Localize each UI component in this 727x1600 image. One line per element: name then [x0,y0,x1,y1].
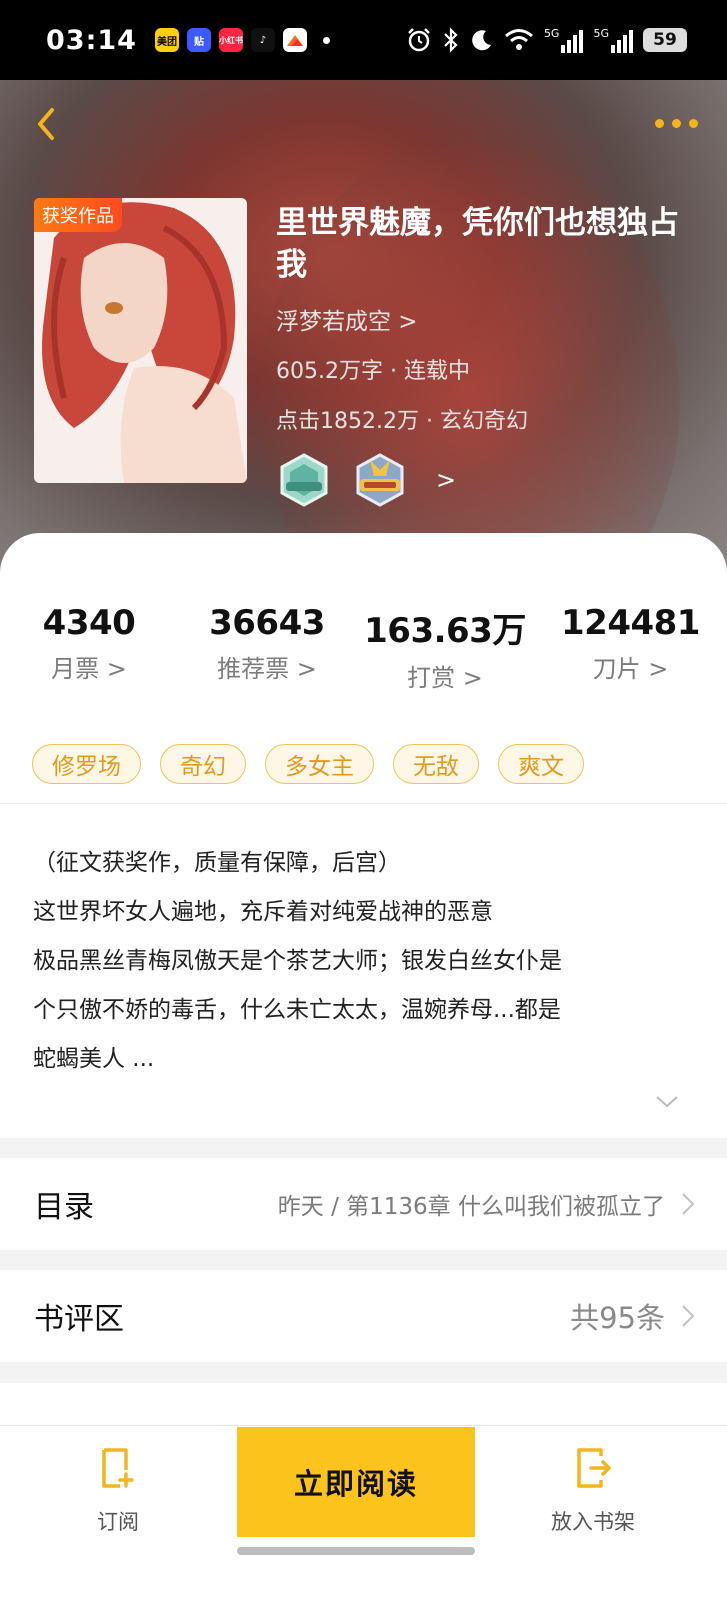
tag-chip[interactable]: 多女主 [265,744,374,784]
read-now-button[interactable]: 立即阅读 [237,1427,475,1537]
divider [0,803,727,804]
section-separator [0,1362,727,1383]
expand-chevron-icon[interactable] [654,1093,680,1111]
meituan-app-icon: 美团 [154,28,179,52]
tiktok-app-icon: ♪ [250,28,275,52]
status-time: 03:14 [46,24,137,56]
stat-value: 4340 [42,603,136,643]
section-separator [0,1250,727,1270]
notification-dot [322,36,330,44]
toc-row[interactable]: 目录 昨天 / 第1136章 什么叫我们被孤立了 [0,1158,727,1250]
status-bar: 03:14 美团 贴 小红书 ♪ 5G 5G 59 [0,0,727,80]
book-title: 里世界魅魔，凭你们也想独占我 [276,205,679,283]
book-clicks-genre: 点击1852.2万 · 玄幻奇幻 [276,409,528,434]
home-indicator[interactable] [237,1547,475,1555]
stat-label: 月票 > [51,655,127,683]
book-header: 获奖作品 里世界魅魔，凭你们也想独占我 浮梦若成空 > 605.2万字 · 连载… [0,80,727,580]
honor-medals[interactable]: > [276,452,456,508]
toc-latest-chapter: 昨天 / 第1136章 什么叫我们被孤立了 [277,1194,665,1220]
stat-rewards[interactable]: 163.63万 打赏 > [356,603,534,693]
back-button[interactable] [30,104,66,144]
bottom-action-bar: 订阅 立即阅读 放入书架 [0,1425,727,1600]
bluetooth-icon [444,27,458,53]
tag-chip[interactable]: 修罗场 [32,744,141,784]
stat-value: 163.63万 [364,611,526,651]
synopsis-line: 极品黑丝青梅凤傲天是个茶艺大师；银发白丝女仆是 [33,948,562,974]
toc-title: 目录 [34,1190,94,1225]
chevron-right-icon [682,1305,695,1327]
tag-chip[interactable]: 奇幻 [160,744,246,784]
subscribe-icon [102,1448,134,1488]
stat-value: 36643 [209,603,325,643]
diligence-medal-icon [356,453,404,507]
status-indicators: 5G 5G 59 [406,27,687,53]
chevron-right-icon [682,1193,695,1215]
reviews-row[interactable]: 书评区 共95条 [0,1270,727,1362]
stat-label: 推荐票 > [217,655,317,683]
award-medal-icon [280,453,328,507]
subscribe-label: 订阅 [97,1510,139,1534]
alarm-icon [408,28,430,52]
wifi-icon [504,29,533,50]
stat-value: 124481 [561,603,700,643]
synopsis-line: 蛇蝎美人 ... [33,1046,155,1072]
synopsis-line: 个只傲不娇的毒舌，什么未亡太太，温婉养母...都是 [33,997,561,1023]
author-link[interactable]: 浮梦若成空 > [276,302,418,336]
tag-chip[interactable]: 爽文 [498,744,584,784]
tag-chip[interactable]: 无敌 [393,744,479,784]
medals-chevron: > [436,466,457,494]
cover-illustration [34,198,247,483]
stat-monthly-votes[interactable]: 4340 月票 > [0,603,178,693]
back-arrow-icon [38,108,54,140]
reviews-title: 书评区 [34,1302,124,1337]
moon-icon [472,30,491,51]
synopsis[interactable]: （征文获奖作，质量有保障，后宫） 这世界坏女人遍地，充斥着对纯爱战神的恶意 极品… [33,839,693,1084]
reader-app-icon [282,28,307,52]
section-separator [0,1138,727,1158]
stats-row: 4340 月票 > 36643 推荐票 > 163.63万 打赏 > 12448… [0,603,727,693]
synopsis-line: 这世界坏女人遍地，充斥着对纯爱战神的恶意 [33,899,493,925]
stat-blades[interactable]: 124481 刀片 > [534,603,727,693]
synopsis-line: （征文获奖作，质量有保障，后宫） [33,850,401,876]
add-to-shelf-label: 放入书架 [551,1510,635,1534]
signal-5g-icon-1: 5G [544,27,584,53]
book-cover[interactable]: 获奖作品 [34,198,247,483]
stat-label: 打赏 > [407,664,483,692]
battery-icon: 59 [643,28,687,52]
next-section-peek [0,1383,727,1423]
more-options-button[interactable] [655,110,703,136]
add-to-shelf-button[interactable]: 放入书架 [523,1446,663,1536]
tieba-app-icon: 贴 [186,28,211,52]
award-badge: 获奖作品 [34,198,122,232]
status-app-icons: 美团 贴 小红书 ♪ [154,28,330,52]
tag-list: 修罗场 奇幻 多女主 无敌 爽文 [32,744,584,784]
xiaohongshu-app-icon: 小红书 [218,28,243,52]
book-word-count-status: 605.2万字 · 连载中 [276,359,470,384]
add-to-shelf-icon [577,1448,611,1488]
signal-5g-icon-2: 5G [593,27,633,53]
stat-recommend-votes[interactable]: 36643 推荐票 > [178,603,356,693]
subscribe-button[interactable]: 订阅 [48,1446,188,1536]
reviews-count: 共95条 [570,1301,665,1335]
stat-label: 刀片 > [592,655,669,683]
